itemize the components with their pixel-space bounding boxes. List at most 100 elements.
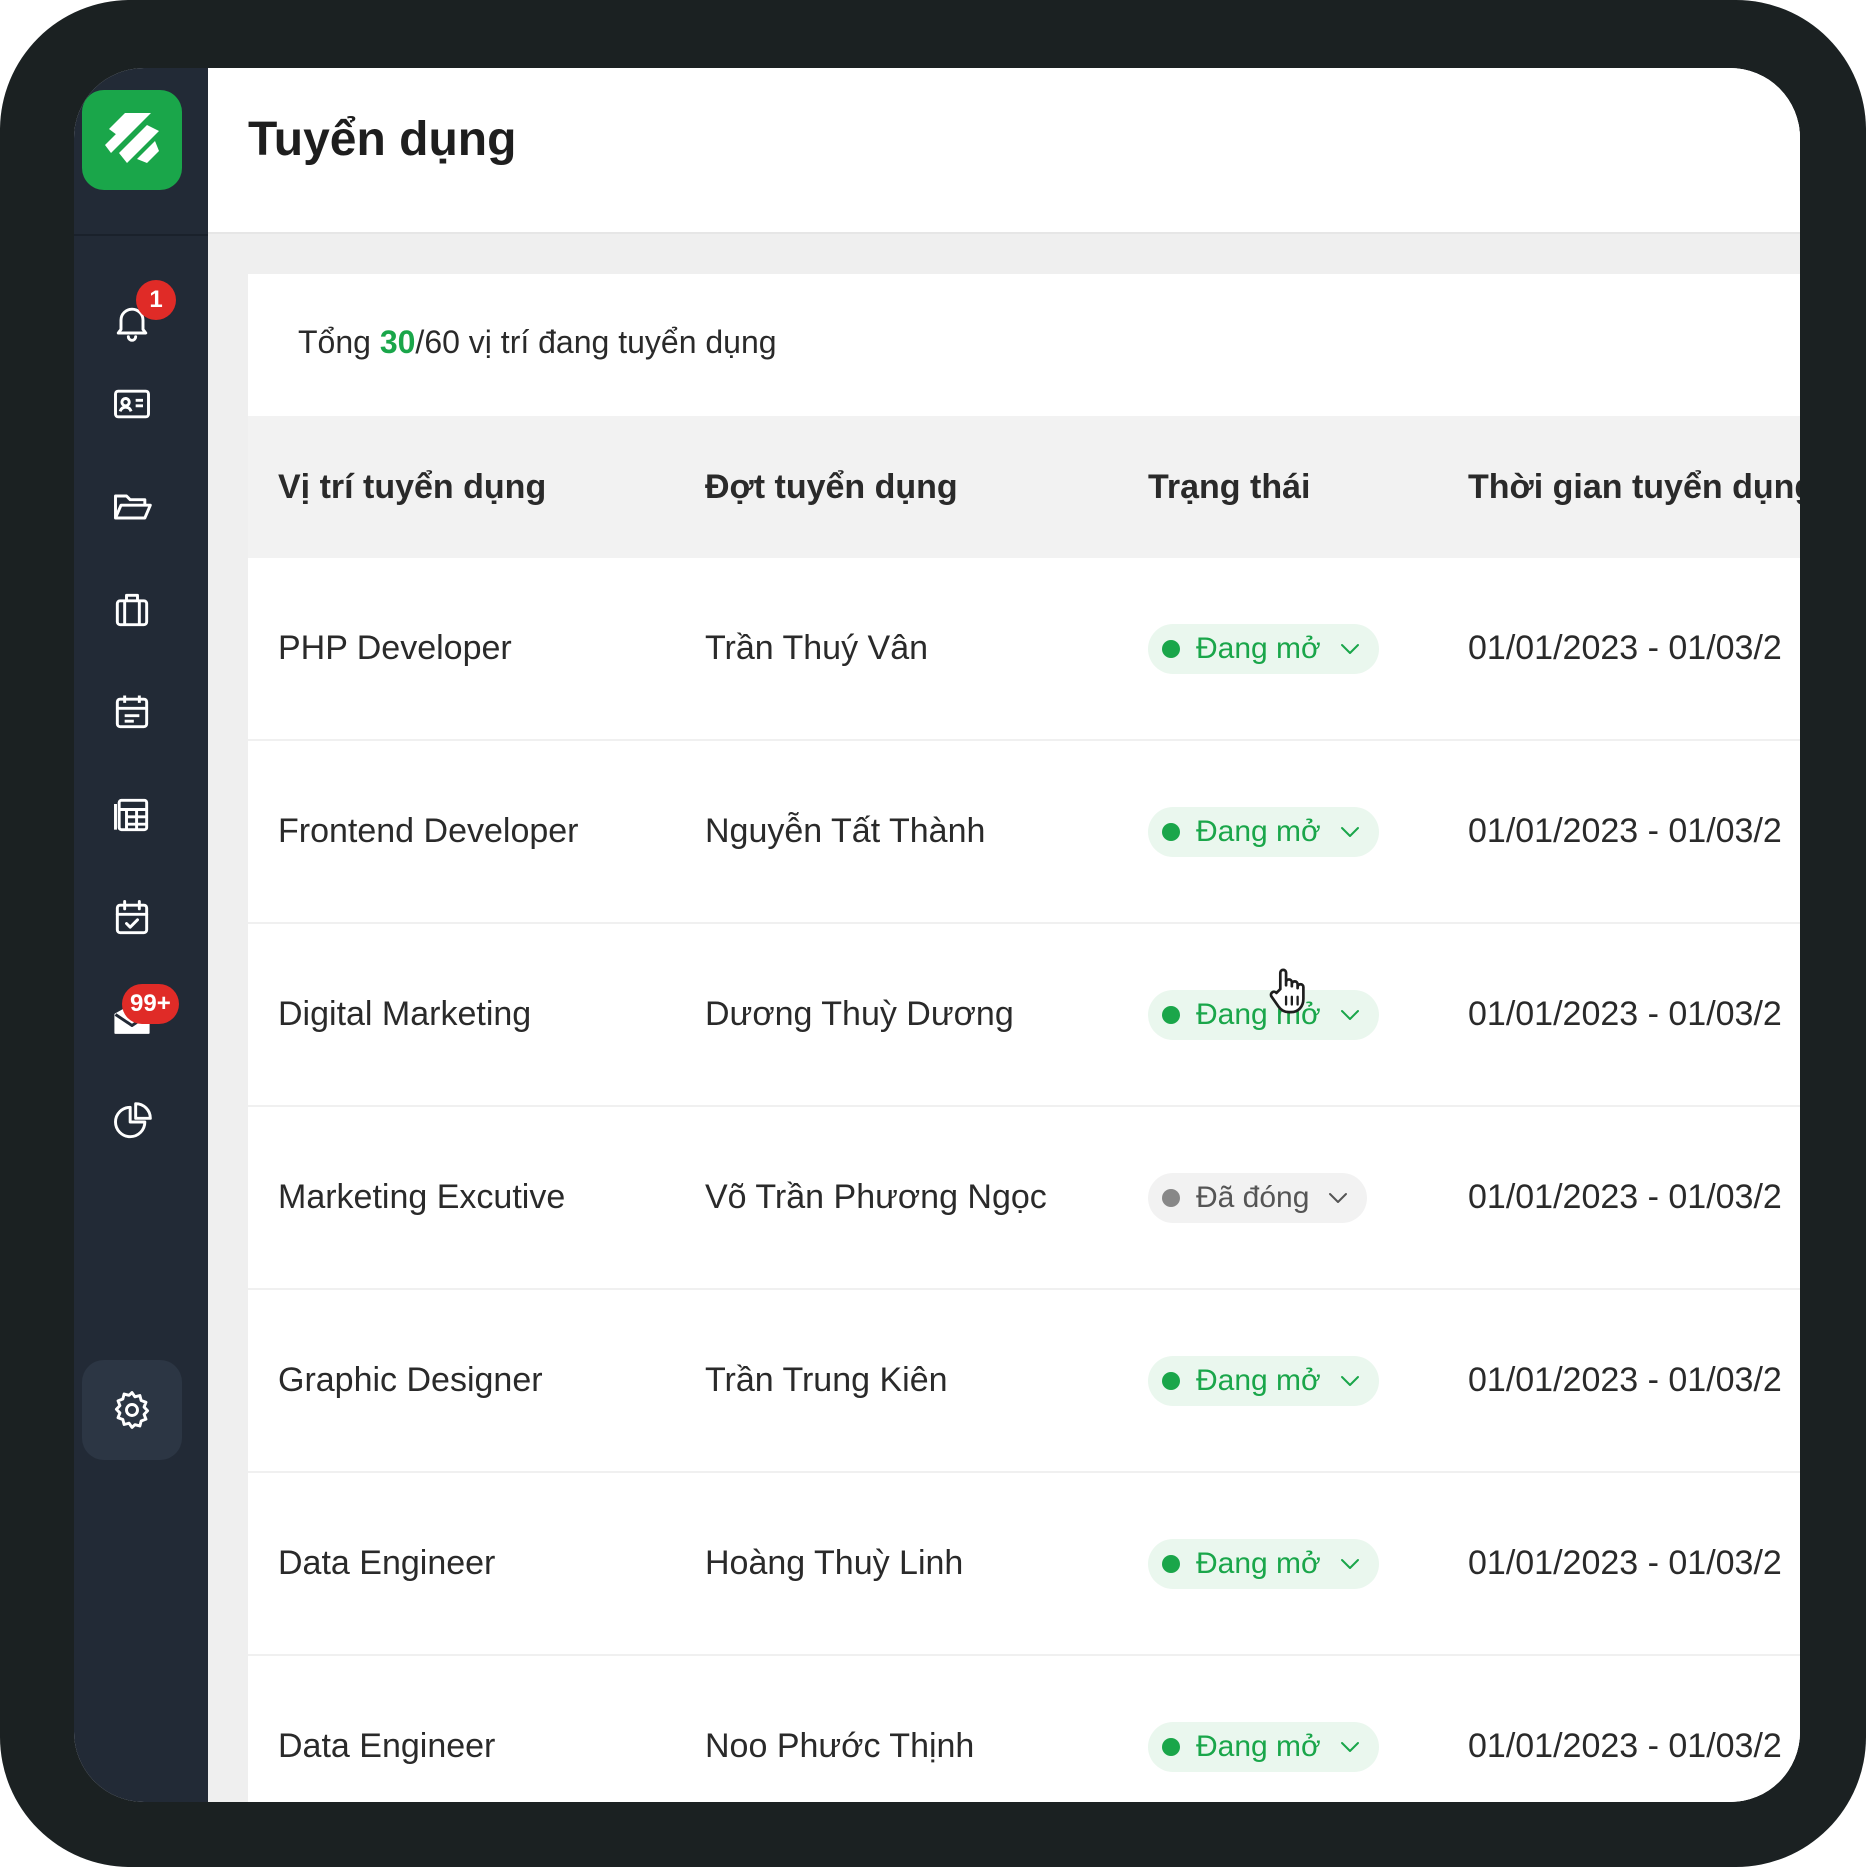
table-row[interactable]: Frontend Developer Nguyễn Tất Thành Đang m… — [248, 741, 1800, 924]
device-frame: 1 99+ Tuyển dụng Tổng 30/60 vị trí đang … — [0, 0, 1866, 1867]
brand-logo[interactable] — [82, 90, 182, 190]
table-row[interactable]: Graphic Designer Trần Trung Kiên Đang mở 01… — [248, 1290, 1800, 1473]
column-header-status[interactable]: Trạng thái — [1148, 416, 1310, 558]
cell-position: Marketing Excutive — [278, 1178, 566, 1216]
pie-chart-icon — [114, 1102, 152, 1139]
summary-prefix: Tổng — [298, 324, 380, 360]
cell-period: 01/01/2023 - 01/03/2 — [1468, 812, 1782, 850]
chevron-down-icon — [1340, 1009, 1359, 1020]
chevron-down-icon — [1329, 1192, 1348, 1203]
status-label: Đang mở — [1196, 1546, 1321, 1580]
chevron-down-icon — [1340, 1375, 1359, 1386]
id-card-icon — [114, 389, 150, 419]
cell-period: 01/01/2023 - 01/03/2 — [1468, 1544, 1782, 1582]
recruitment-summary: Tổng 30/60 vị trí đang tuyển dụng — [298, 324, 777, 361]
recruitment-card: Tổng 30/60 vị trí đang tuyển dụng Vị trí… — [248, 274, 1800, 1802]
status-dropdown[interactable]: Đang mở — [1148, 1538, 1379, 1589]
main-content: Tuyển dụng Tổng 30/60 vị trí đang tuyển … — [208, 68, 1800, 1802]
column-header-period[interactable]: Thời gian tuyển dụng — [1468, 416, 1800, 558]
status-label: Đang mở — [1196, 631, 1321, 665]
cell-round: Nguyễn Tất Thành — [705, 812, 986, 850]
page-title: Tuyển dụng — [248, 113, 517, 166]
calendar-check-icon — [115, 900, 149, 935]
notification-badge: 1 — [136, 280, 176, 320]
sidebar-item-settings[interactable] — [82, 1360, 182, 1460]
spreadsheet-icon — [114, 798, 149, 832]
calendar-icon — [115, 695, 149, 729]
table-row[interactable]: Data Engineer Noo Phước Thịnh Đang mở 01/01… — [248, 1656, 1800, 1802]
status-dot-icon — [1162, 1737, 1180, 1756]
status-label: Đang mở — [1196, 1729, 1321, 1763]
cell-position: PHP Developer — [278, 629, 512, 667]
sidebar-item-interviews[interactable] — [82, 868, 182, 968]
status-dot-icon — [1162, 1005, 1180, 1024]
hand-cursor-icon — [1269, 968, 1305, 1014]
cell-position: Graphic Designer — [278, 1361, 543, 1399]
table-header: Vị trí tuyển dụng Đợt tuyển dụng Trạng t… — [248, 416, 1800, 558]
chevron-down-icon — [1340, 643, 1359, 654]
sidebar-item-reports[interactable] — [82, 765, 182, 865]
cell-position: Data Engineer — [278, 1727, 496, 1765]
status-dot-icon — [1162, 1188, 1180, 1207]
sidebar: 1 99+ — [74, 68, 208, 1802]
cell-period: 01/01/2023 - 01/03/2 — [1468, 995, 1782, 1033]
cell-round: Trần Thuý Vân — [705, 629, 929, 667]
cell-position: Data Engineer — [278, 1544, 496, 1582]
cell-position: Frontend Developer — [278, 812, 579, 850]
chevron-down-icon — [1340, 826, 1359, 837]
cell-period: 01/01/2023 - 01/03/2 — [1468, 1727, 1782, 1765]
column-header-position[interactable]: Vị trí tuyển dụng — [278, 416, 546, 558]
cell-period: 01/01/2023 - 01/03/2 — [1468, 1361, 1782, 1399]
cell-position: Digital Marketing — [278, 995, 532, 1033]
gear-icon — [114, 1391, 150, 1429]
column-header-round[interactable]: Đợt tuyển dụng — [705, 416, 958, 558]
messages-badge: 99+ — [122, 984, 179, 1024]
sidebar-item-statistics[interactable] — [82, 1072, 182, 1172]
table-row[interactable]: Data Engineer Hoàng Thuỳ Linh Đang mở 01/01… — [248, 1473, 1800, 1656]
cell-period: 01/01/2023 - 01/03/2 — [1468, 1178, 1782, 1216]
table-row[interactable]: Marketing Excutive Võ Trần Phương Ngọc Đã … — [248, 1107, 1800, 1290]
sidebar-divider — [74, 234, 208, 236]
status-dot-icon — [1162, 822, 1180, 841]
cell-status: Đã đóng — [1148, 1107, 1368, 1288]
cell-status: Đang mở — [1148, 1473, 1379, 1654]
cell-status: Đang mở — [1148, 924, 1379, 1105]
cell-status: Đang mở — [1148, 558, 1379, 739]
sidebar-item-messages[interactable]: 99+ — [82, 970, 182, 1070]
logo-mark-icon — [105, 113, 159, 163]
status-dot-icon — [1162, 639, 1180, 658]
cell-status: Đang mở — [1148, 741, 1379, 922]
folder-icon — [114, 494, 152, 520]
cell-round: Dương Thuỳ Dương — [705, 995, 1014, 1033]
sidebar-item-jobs[interactable] — [82, 560, 182, 660]
cell-period: 01/01/2023 - 01/03/2 — [1468, 629, 1782, 667]
status-dropdown[interactable]: Đang mở — [1148, 1355, 1379, 1406]
status-dropdown[interactable]: Đang mở — [1148, 989, 1379, 1040]
sidebar-item-documents[interactable] — [82, 457, 182, 557]
summary-open-count: 30 — [379, 324, 416, 360]
cell-round: Noo Phước Thịnh — [705, 1727, 975, 1765]
cell-status: Đang mở — [1148, 1656, 1379, 1802]
status-dropdown[interactable]: Đã đóng — [1148, 1172, 1368, 1223]
cell-round: Trần Trung Kiên — [705, 1361, 948, 1399]
chevron-down-icon — [1340, 1558, 1359, 1569]
cell-round: Hoàng Thuỳ Linh — [705, 1544, 964, 1582]
status-label: Đang mở — [1196, 814, 1321, 848]
chevron-down-icon — [1340, 1741, 1359, 1752]
status-label: Đang mở — [1196, 1363, 1321, 1397]
status-dropdown[interactable]: Đang mở — [1148, 1721, 1379, 1772]
status-dot-icon — [1162, 1554, 1180, 1573]
status-label: Đã đóng — [1196, 1180, 1310, 1214]
app-screen: 1 99+ Tuyển dụng Tổng 30/60 vị trí đang … — [74, 68, 1800, 1802]
status-dot-icon — [1162, 1371, 1180, 1390]
table-row[interactable]: Digital Marketing Dương Thuỳ Dương Đang mở… — [248, 924, 1800, 1107]
summary-rest: /60 vị trí đang tuyển dụng — [415, 324, 777, 360]
status-dropdown[interactable]: Đang mở — [1148, 806, 1379, 857]
briefcase-icon — [115, 593, 149, 627]
cell-round: Võ Trần Phương Ngọc — [705, 1178, 1047, 1216]
table-row[interactable]: PHP Developer Trần Thuý Vân Đang mở 01/01/2… — [248, 558, 1800, 741]
sidebar-item-schedule[interactable] — [82, 662, 182, 762]
status-dropdown[interactable]: Đang mở — [1148, 623, 1379, 674]
sidebar-item-profiles[interactable] — [82, 354, 182, 454]
cell-status: Đang mở — [1148, 1290, 1379, 1471]
